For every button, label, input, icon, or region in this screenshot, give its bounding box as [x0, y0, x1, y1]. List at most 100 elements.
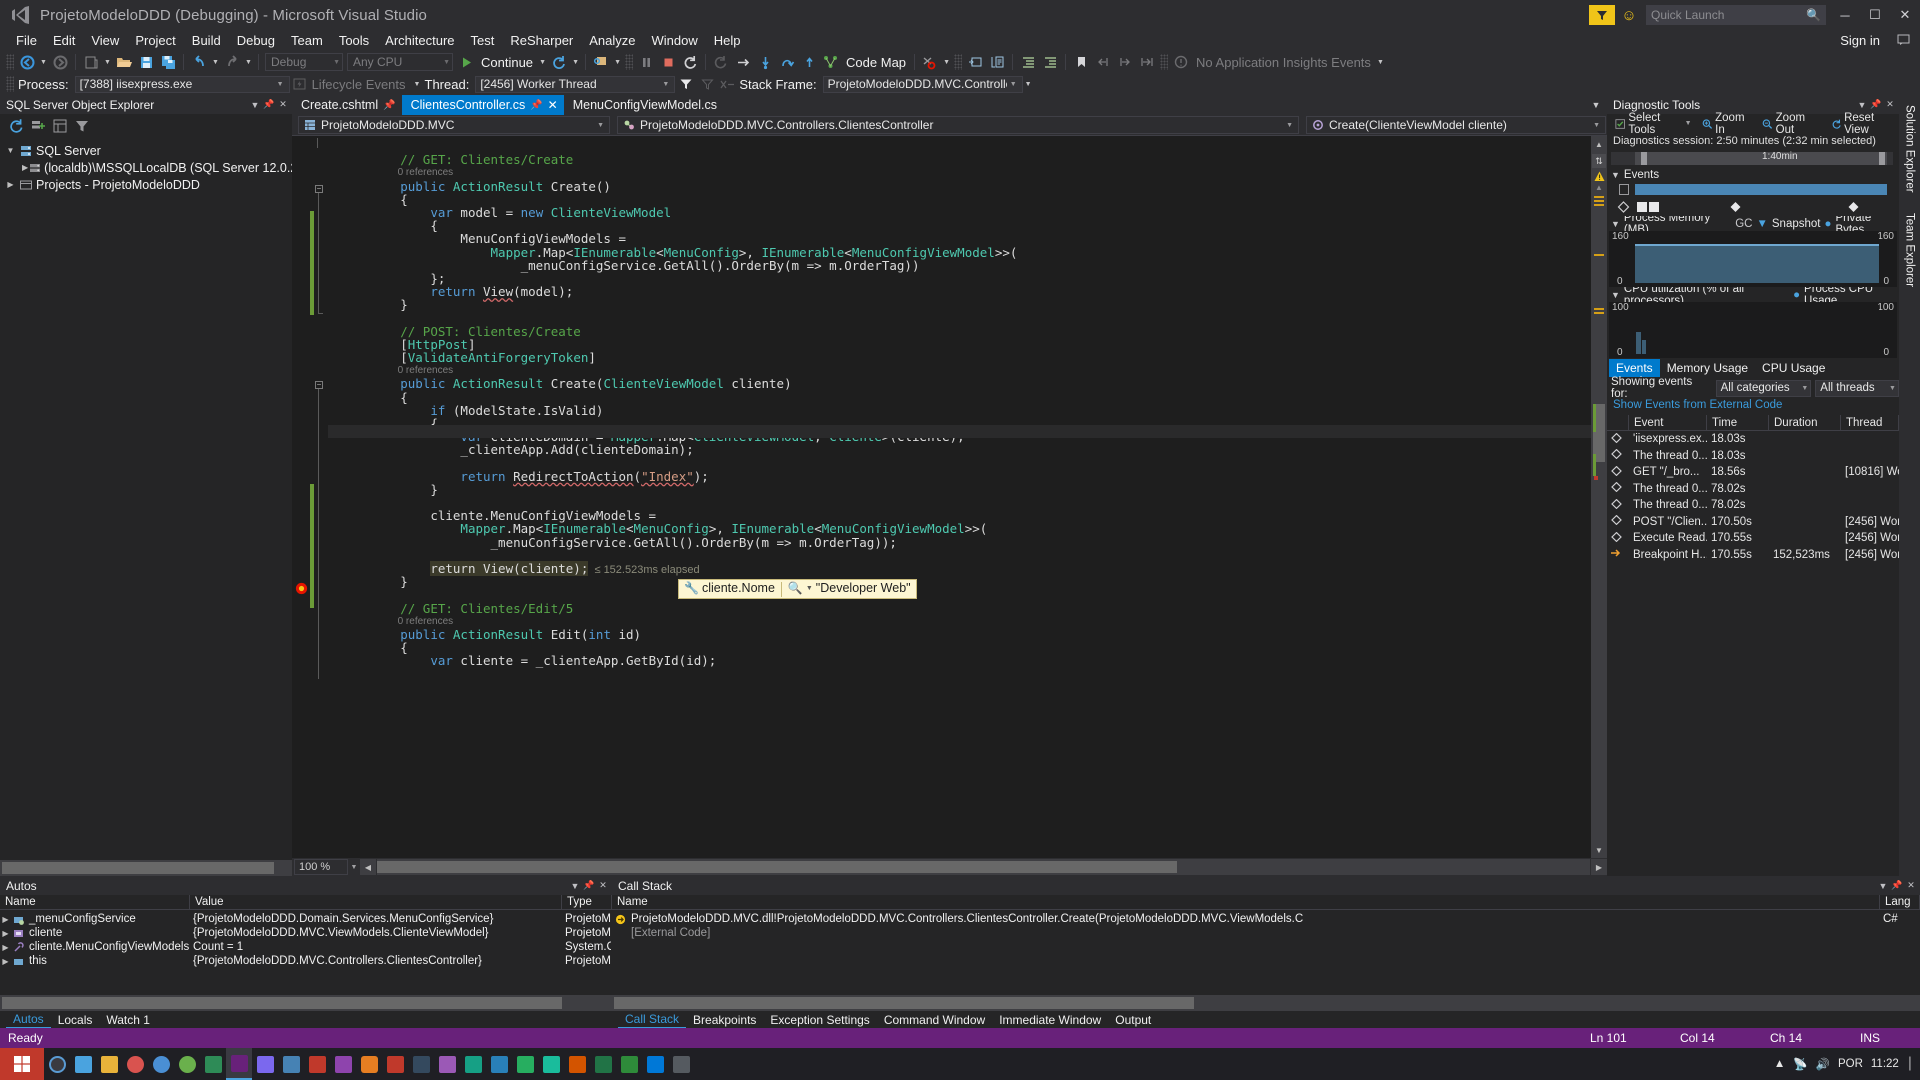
taskbar-app-21[interactable] [564, 1048, 590, 1080]
taskbar-app-13[interactable] [356, 1048, 382, 1080]
chevron-down-icon[interactable]: ▼ [1876, 878, 1890, 893]
ruler-handle-left[interactable] [1641, 152, 1647, 165]
app-insights-label[interactable]: No Application Insights Events [1192, 55, 1375, 70]
continue-button[interactable]: Continue [477, 55, 537, 70]
events-table-row[interactable]: GET "/_bro... 18.56s [10816] Worke [1607, 464, 1899, 481]
tray-chevron-icon[interactable]: ▲ [1774, 1058, 1785, 1070]
nav-type-select[interactable]: ProjetoModeloDDD.MVC.Controllers.Cliente… [617, 116, 1299, 134]
taskbar-app-17[interactable] [460, 1048, 486, 1080]
stack-frame-overflow-icon[interactable]: ▼ [1023, 74, 1034, 94]
chevron-down-icon[interactable]: ▼ [4, 146, 17, 155]
properties-icon[interactable] [50, 116, 70, 136]
select-tools-button[interactable]: Select Tools ▼ [1611, 112, 1696, 136]
stop-debugging-icon[interactable] [657, 52, 679, 72]
taskbar-app-11[interactable] [304, 1048, 330, 1080]
zoom-out-button[interactable]: Zoom Out [1758, 112, 1824, 136]
menu-view[interactable]: View [83, 31, 127, 51]
solution-configuration-select[interactable]: Debug ▼ [265, 53, 343, 71]
code-line[interactable]: // POST: Clientes/Create [340, 325, 1591, 338]
events-col-event[interactable]: Event [1629, 415, 1707, 430]
toolbar-grip[interactable] [954, 54, 963, 70]
events-col-duration[interactable]: Duration [1769, 415, 1841, 430]
code-line[interactable]: [ValidateAntiForgeryToken] [340, 351, 1591, 364]
taskbar-app-12[interactable] [330, 1048, 356, 1080]
tab-command-window[interactable]: Command Window [877, 1012, 992, 1028]
tab-exception-settings[interactable]: Exception Settings [763, 1012, 876, 1028]
lifecycle-dropdown-icon[interactable]: ▼ [412, 74, 423, 94]
menu-file[interactable]: File [8, 31, 45, 51]
code-line[interactable]: public ActionResult Edit(int id) [340, 628, 1591, 641]
lifecycle-events-label[interactable]: Lifecycle Events [310, 77, 412, 92]
step-over-icon[interactable] [776, 52, 798, 72]
close-icon[interactable]: ✕ [1904, 878, 1918, 893]
fold-collapse-icon[interactable]: − [315, 381, 323, 389]
outdent-icon[interactable] [1039, 52, 1061, 72]
events-table-row[interactable]: The thread 0... 78.02s [1607, 497, 1899, 514]
close-icon[interactable]: ✕ [548, 98, 558, 112]
chevron-down-icon[interactable]: ▼ [348, 864, 360, 871]
sign-in-link[interactable]: Sign in [1840, 33, 1880, 48]
code-line[interactable]: } [340, 575, 1591, 588]
filter-icon[interactable] [72, 116, 92, 136]
code-map-icon[interactable] [820, 52, 842, 72]
taskbar-app-22[interactable] [590, 1048, 616, 1080]
menu-edit[interactable]: Edit [45, 31, 83, 51]
code-line[interactable]: if (ModelState.IsValid) [340, 404, 1591, 417]
tray-language[interactable]: POR [1838, 1058, 1863, 1070]
open-file-icon[interactable] [113, 52, 135, 72]
close-button[interactable]: ✕ [1890, 0, 1920, 30]
navigate-forward-icon[interactable] [49, 52, 71, 72]
tab-create-cshtml[interactable]: Create.cshtml 📌 [292, 95, 402, 115]
reset-view-button[interactable]: Reset View [1827, 112, 1899, 136]
code-line[interactable]: } [340, 298, 1591, 311]
collapse-frames-icon[interactable] [697, 78, 717, 91]
new-project-dropdown-icon[interactable]: ▼ [102, 52, 113, 72]
tab-output[interactable]: Output [1108, 1012, 1158, 1028]
toolbar-grip[interactable] [625, 54, 634, 70]
code-line[interactable]: _menuConfigService.GetAll().OrderBy(m =>… [340, 259, 1591, 272]
chevron-down-icon[interactable]: ▼ [1611, 290, 1620, 300]
attach-dropdown-icon[interactable]: ▼ [612, 52, 623, 72]
taskbar-app-18[interactable] [486, 1048, 512, 1080]
clear-bookmarks-icon[interactable] [1136, 52, 1158, 72]
app-insights-dropdown-icon[interactable]: ▼ [1375, 52, 1386, 72]
tab-events[interactable]: Events [1609, 358, 1660, 377]
step-into-icon[interactable] [754, 52, 776, 72]
scrollbar-thumb[interactable] [614, 997, 1194, 1009]
chevron-right-icon[interactable]: ▶ [4, 180, 17, 189]
tree-node-localdb[interactable]: ▶ (localdb)\MSSQLLocalDB (SQL Server 12.… [0, 159, 292, 176]
events-table-row[interactable]: Execute Read... 170.55s [2456] Worker [1607, 530, 1899, 547]
zoom-level-select[interactable]: 100 % [294, 859, 348, 875]
menu-analyze[interactable]: Analyze [581, 31, 643, 51]
code-line[interactable]: var model = new ClienteViewModel [340, 206, 1591, 219]
continue-play-icon[interactable] [455, 52, 477, 72]
taskbar-app-9[interactable] [252, 1048, 278, 1080]
menu-build[interactable]: Build [184, 31, 229, 51]
editor-horizontal-scrollbar[interactable] [377, 859, 1590, 875]
show-external-code-link[interactable]: Show Events from External Code [1607, 399, 1899, 411]
tray-volume-icon[interactable]: 🔊 [1816, 1057, 1830, 1071]
navigate-backward-icon[interactable] [16, 52, 38, 72]
close-icon[interactable]: ✕ [1883, 97, 1897, 112]
autos-table-row[interactable]: ▶ cliente.MenuConfigViewModels Count = 1 Sy… [0, 940, 612, 954]
scrollbar-thumb[interactable] [2, 997, 562, 1009]
autos-hscrollbar[interactable] [0, 995, 612, 1011]
pin-icon[interactable]: 📌 [383, 100, 395, 111]
menu-team[interactable]: Team [283, 31, 331, 51]
chevron-down-icon[interactable]: ▼ [1855, 97, 1869, 112]
scroll-up-icon[interactable]: ▲ [1591, 136, 1607, 152]
tab-memory-usage[interactable]: Memory Usage [1660, 359, 1755, 377]
process-select[interactable]: [7388] iisexpress.exe ▼ [74, 75, 290, 93]
taskbar-app-5[interactable] [148, 1048, 174, 1080]
code-line[interactable]: return View(model); [340, 285, 1591, 298]
autos-cell-value[interactable]: Count = 1 [190, 941, 562, 953]
tray-clock[interactable]: 11:22 [1871, 1058, 1899, 1070]
break-all-icon[interactable] [635, 52, 657, 72]
menu-architecture[interactable]: Architecture [377, 31, 462, 51]
tab-clientescontroller-cs[interactable]: ClientesController.cs 📌 ✕ [401, 95, 564, 115]
chevron-down-icon[interactable]: ▼ [806, 582, 813, 595]
next-bookmark-icon[interactable] [1114, 52, 1136, 72]
menu-help[interactable]: Help [706, 31, 749, 51]
new-project-icon[interactable] [80, 52, 102, 72]
pin-icon[interactable]: 📌 [530, 100, 542, 111]
